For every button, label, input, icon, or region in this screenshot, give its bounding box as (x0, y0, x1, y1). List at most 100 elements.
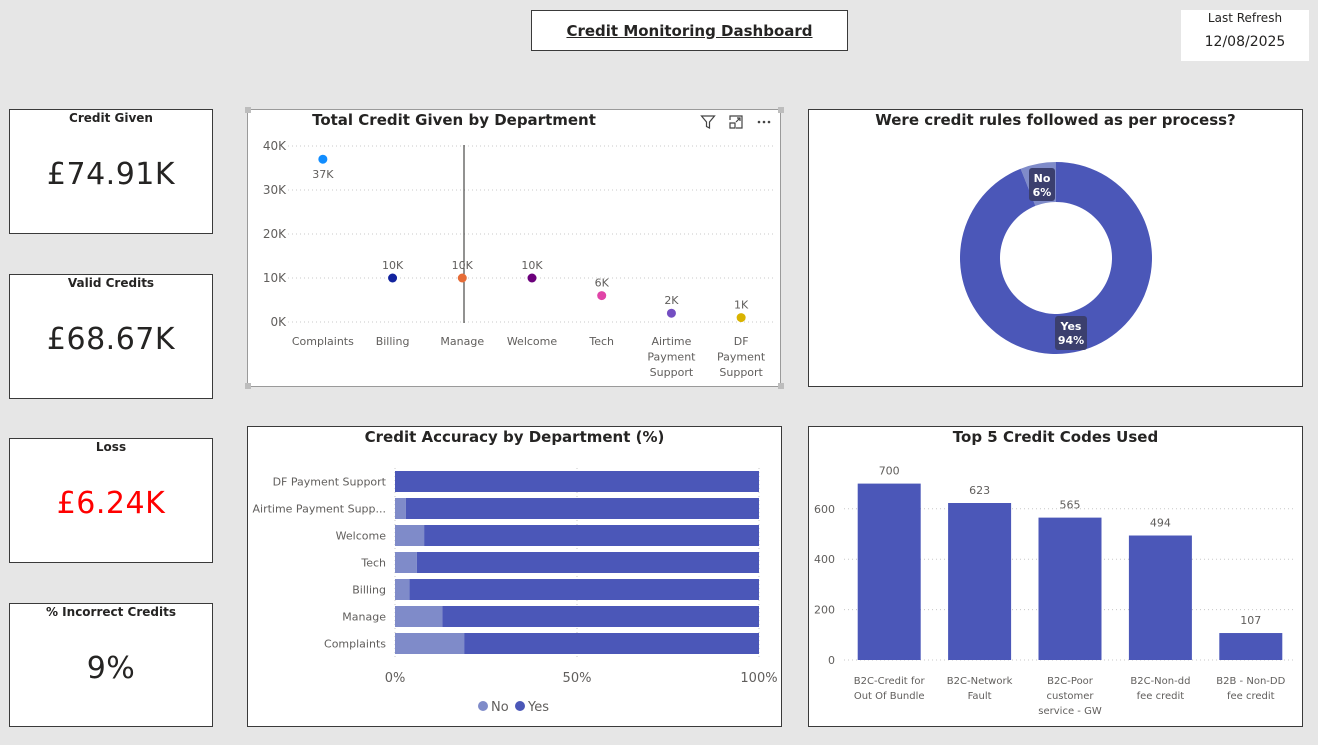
kpi-value: 9% (86, 651, 136, 686)
data-point (666, 308, 676, 318)
data-point (457, 273, 467, 283)
bar-segment-yes (409, 579, 759, 600)
bar-segment-yes (424, 525, 759, 546)
y-tick-label: 400 (814, 553, 835, 566)
x-tick-label: B2C-Poor customer service - GW (1038, 676, 1102, 717)
stacked-bar-chart: 0% 50% 100% DF Payment Support Airtime Payme… (252, 468, 778, 715)
y-tick-label: DF Payment Support (273, 476, 387, 489)
legend-label: Yes (527, 700, 549, 715)
bar-segment-yes (395, 471, 759, 492)
bar (857, 483, 921, 660)
y-tick-label: 30K (263, 183, 287, 197)
slice-label: No (1034, 172, 1051, 185)
x-tick-label: DF Payment Support (717, 335, 766, 379)
data-point (527, 273, 537, 283)
bar-segment-yes (442, 606, 759, 627)
data-label: 37K (312, 168, 334, 181)
data-label: 700 (879, 465, 900, 478)
kpi-card-valid-credits[interactable]: Valid Credits £68.67K (9, 274, 213, 399)
bar (1128, 535, 1192, 660)
y-tick-label: 40K (263, 139, 287, 153)
data-point (388, 273, 398, 283)
slice-percent: 6% (1033, 186, 1052, 199)
kpi-label: Valid Credits (67, 276, 155, 290)
data-label: 107 (1240, 614, 1261, 627)
slice-percent: 94% (1058, 334, 1084, 347)
chart-credit-rules-followed[interactable]: Were credit rules followed as per proces… (808, 109, 1303, 387)
x-tick-label: 50% (563, 671, 592, 686)
data-point (597, 291, 607, 301)
last-refresh-card: Last Refresh 12/08/2025 (1181, 10, 1309, 61)
bar-segment-no (395, 579, 410, 600)
kpi-value: £6.24K (56, 486, 166, 521)
bar-segment-yes (464, 633, 759, 654)
data-label: 565 (1060, 499, 1081, 512)
dashboard-title: Credit Monitoring Dashboard (531, 10, 848, 51)
chart-top-credit-codes[interactable]: Top 5 Credit Codes Used 0 200 400 600 700 B2C… (808, 426, 1303, 727)
x-tick-label: Manage (440, 335, 484, 348)
kpi-label: Loss (95, 440, 127, 454)
kpi-card-loss[interactable]: Loss £6.24K (9, 438, 213, 563)
data-label: 10K (382, 259, 404, 272)
last-refresh-value: 12/08/2025 (1204, 34, 1286, 50)
column-chart: 0 200 400 600 700 B2C-Credit for Out Of Bundle… (814, 465, 1296, 717)
x-tick-label: B2C-Credit for Out Of Bundle (854, 676, 926, 702)
y-tick-label: Airtime Payment Supp... (252, 503, 386, 516)
data-label: 494 (1150, 517, 1171, 530)
kpi-value: £74.91K (46, 157, 176, 192)
x-tick-label: B2B - Non-DD fee credit (1216, 676, 1285, 702)
x-tick-label: B2C-Non-dd fee credit (1130, 676, 1190, 702)
bar-segment-yes (405, 498, 759, 519)
bar-segment-no (395, 552, 417, 573)
kpi-value: £68.67K (46, 322, 176, 357)
bar (948, 503, 1012, 660)
legend-marker (515, 701, 525, 711)
y-tick-label: Welcome (336, 530, 387, 543)
bar-segment-yes (416, 552, 759, 573)
data-label: 2K (664, 294, 679, 307)
y-tick-label: Billing (352, 584, 386, 597)
resize-handle[interactable] (245, 107, 251, 113)
data-point (318, 154, 328, 164)
resize-handle[interactable] (778, 383, 784, 389)
resize-handle[interactable] (245, 383, 251, 389)
chart-credit-by-department[interactable]: Total Credit Given by Department 0K 10K 20… (247, 109, 781, 387)
y-tick-label: 20K (263, 227, 287, 241)
data-label: 10K (521, 259, 543, 272)
x-tick-label: 0% (385, 671, 406, 686)
bar (1219, 633, 1283, 660)
data-label: 6K (595, 277, 610, 290)
chart-credit-accuracy[interactable]: Credit Accuracy by Department (%) 0% 50% 1… (247, 426, 782, 727)
bar (1038, 517, 1102, 660)
x-tick-label: Billing (376, 335, 410, 348)
resize-handle[interactable] (778, 107, 784, 113)
y-tick-label: Complaints (324, 638, 386, 651)
bar-segment-no (395, 525, 425, 546)
data-label: 10K (452, 259, 474, 272)
x-tick-label: Tech (588, 335, 614, 348)
x-tick-label: B2C-Network Fault (947, 676, 1013, 702)
x-tick-label: Welcome (507, 335, 558, 348)
y-tick-label: 10K (263, 271, 287, 285)
data-point (736, 313, 746, 323)
y-tick-label: Manage (342, 611, 386, 624)
kpi-card-credit-given[interactable]: Credit Given £74.91K (9, 109, 213, 234)
y-tick-label: Tech (360, 557, 386, 570)
y-tick-label: 0K (270, 315, 287, 329)
data-label: 623 (969, 484, 990, 497)
scatter-plot: 0K 10K 20K 30K 40K Complaints Billing Manage Wel… (263, 139, 776, 379)
slice-label: Yes (1060, 320, 1082, 333)
legend-label: No (491, 700, 509, 715)
x-tick-label: 100% (740, 671, 777, 686)
bar-segment-no (395, 633, 465, 654)
legend-marker (478, 701, 488, 711)
y-tick-label: 600 (814, 503, 835, 516)
x-tick-label: Complaints (292, 335, 354, 348)
x-tick-label: Airtime Payment Support (647, 335, 696, 379)
bar-segment-no (395, 606, 443, 627)
donut-chart: No6% Yes94% (960, 162, 1152, 354)
kpi-card-incorrect-credits[interactable]: % Incorrect Credits 9% (9, 603, 213, 727)
last-refresh-label: Last Refresh (1207, 11, 1283, 25)
kpi-label: Credit Given (69, 111, 153, 125)
kpi-label: % Incorrect Credits (45, 605, 176, 619)
